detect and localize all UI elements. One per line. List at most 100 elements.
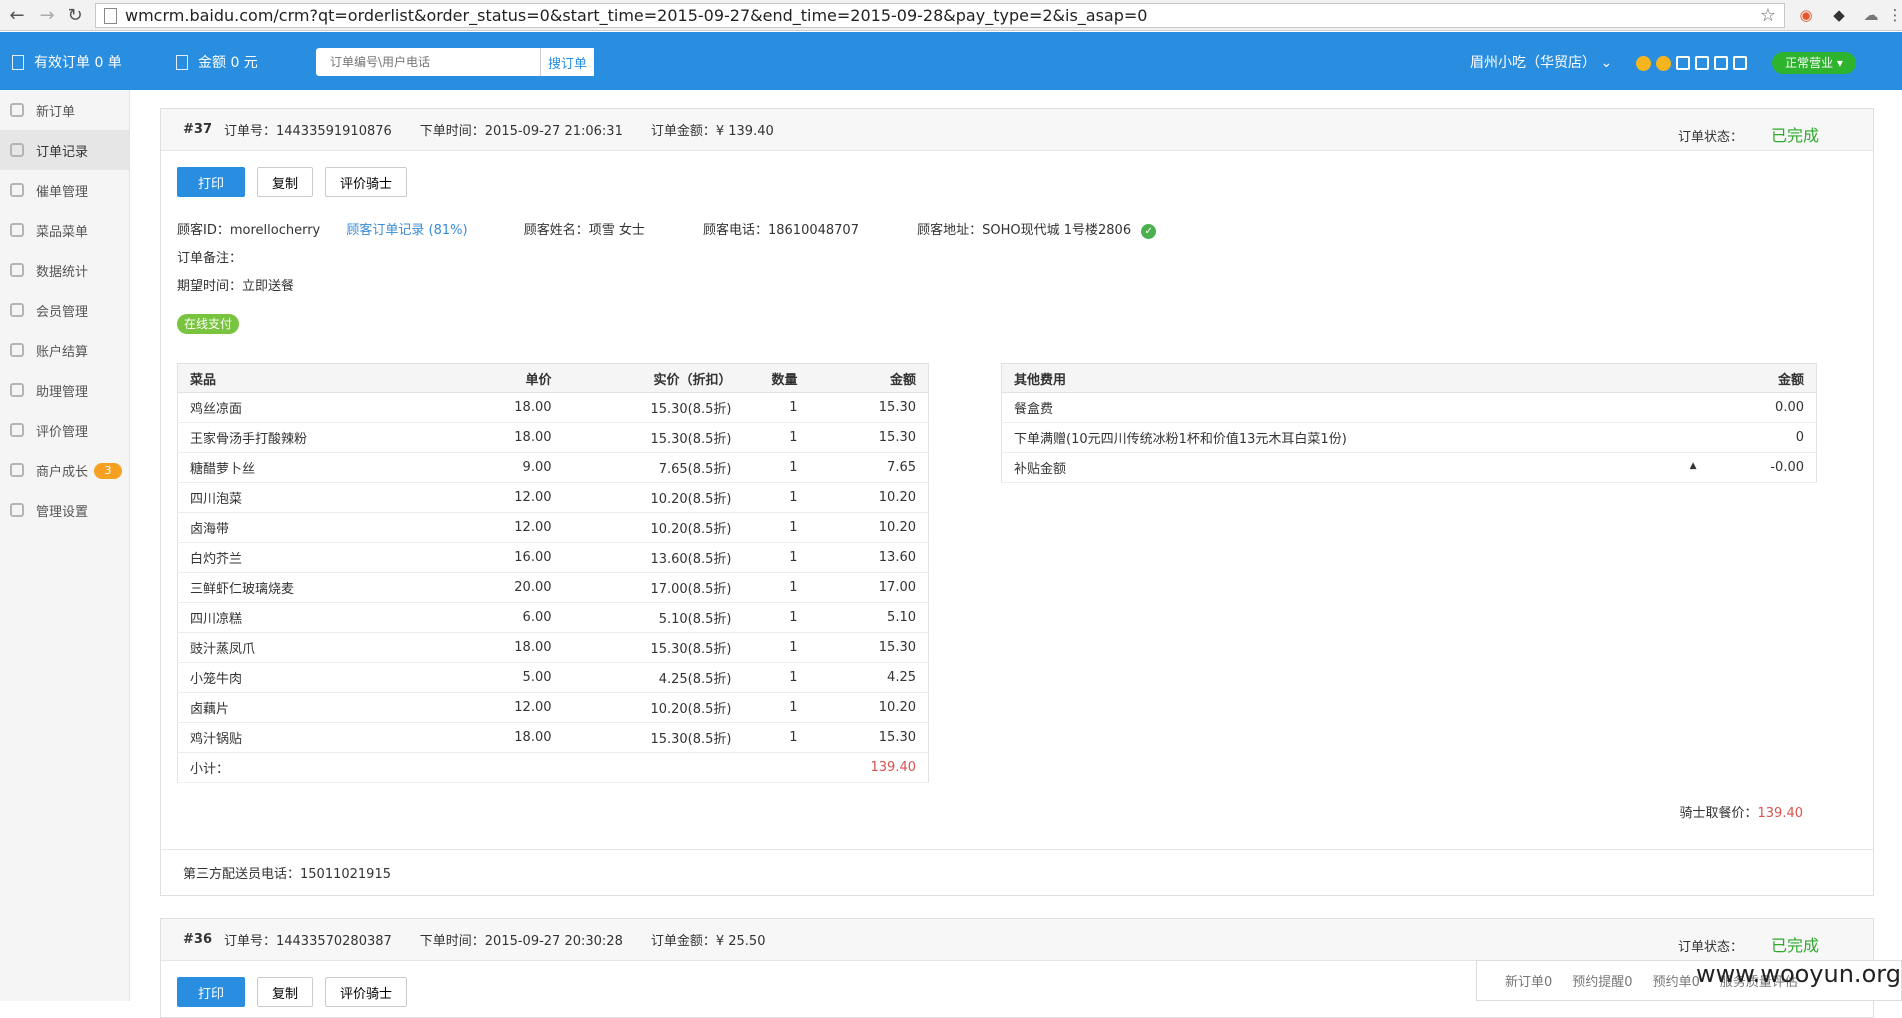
print-button[interactable]: 打印 <box>177 977 246 1007</box>
sidebar-item-reminder[interactable]: 催单管理 <box>0 170 129 210</box>
order-status: 订单状态： 已完成 <box>1678 932 1847 956</box>
caret-up-icon[interactable]: ▲ <box>1690 461 1697 471</box>
order-amount: 订单金额：¥ 139.40 <box>650 124 774 139</box>
table-row: 四川泡菜 12.00 10.20(8.5折) 1 10.20 <box>177 482 929 513</box>
calendar-icon[interactable] <box>1733 56 1747 70</box>
subtotal-row: 小计： 139.40 <box>177 752 929 783</box>
dish-qty: 1 <box>743 452 810 483</box>
dish-actual: 10.20(8.5折) <box>563 692 744 723</box>
notify-reserve-remind[interactable]: 预约提醒0 <box>1572 971 1632 990</box>
growth-badge: 3 <box>94 463 122 479</box>
table-row: 卤藕片 12.00 10.20(8.5折) 1 10.20 <box>177 692 929 723</box>
extension-red-icon[interactable]: ◉ <box>1797 6 1815 24</box>
address-bar[interactable]: wmcrm.baidu.com/crm?qt=orderlist&order_s… <box>95 3 1785 28</box>
search-input[interactable] <box>316 48 540 76</box>
user-card-icon[interactable] <box>1695 56 1709 70</box>
phone-icon[interactable] <box>1676 56 1690 70</box>
reload-icon[interactable]: ↻ <box>62 2 88 28</box>
coin-icon[interactable] <box>1656 56 1671 71</box>
dish-price: 9.00 <box>467 452 564 483</box>
dish-dish: 卤藕片 <box>177 692 468 723</box>
shop-selector[interactable]: 眉州小吃（华贸店） ⌄ <box>1470 52 1612 72</box>
sidebar-item-review[interactable]: 评价管理 <box>0 410 129 450</box>
menu-icon[interactable]: ⋮ <box>1886 6 1902 24</box>
bookmark-star-icon[interactable]: ☆ <box>1760 5 1776 26</box>
business-status-button[interactable]: 正常营业 ▾ <box>1772 52 1856 74</box>
sidebar-item-settlement[interactable]: 账户结算 <box>0 330 129 370</box>
url-text[interactable]: wmcrm.baidu.com/crm?qt=orderlist&order_s… <box>125 6 1147 25</box>
dish-amount: 10.20 <box>809 512 929 543</box>
notify-reserve[interactable]: 预约单0 <box>1653 971 1700 990</box>
order-id: 订单号：14433591910876 <box>223 124 392 139</box>
tools-icon[interactable] <box>1714 56 1728 70</box>
dish-amount: 7.65 <box>809 452 929 483</box>
sidebar-item-member[interactable]: 会员管理 <box>0 290 129 330</box>
rate-rider-button[interactable]: 评价骑士 <box>325 977 408 1007</box>
rate-rider-button[interactable]: 评价骑士 <box>325 167 408 197</box>
copy-button[interactable]: 复制 <box>257 167 314 197</box>
dish-actual: 13.60(8.5折) <box>563 542 744 573</box>
order-id: 订单号：14433570280387 <box>223 934 392 949</box>
app-header: 有效订单 0 单 金额 0 元 搜订单 眉州小吃（华贸店） ⌄ 正常营业 ▾ <box>0 32 1902 90</box>
sidebar-item-stats[interactable]: 数据统计 <box>0 250 129 290</box>
table-row: 四川凉糕 6.00 5.10(8.5折) 1 5.10 <box>177 602 929 633</box>
stats-icon <box>10 263 24 277</box>
notify-new-orders[interactable]: 新订单0 <box>1505 971 1552 990</box>
dish-actual: 17.00(8.5折) <box>563 572 744 603</box>
dish-actual: 7.65(8.5折) <box>563 452 744 483</box>
dish-actual: 5.10(8.5折) <box>563 602 744 633</box>
subtotal-value: 139.40 <box>809 752 929 783</box>
dish-dish: 小笼牛肉 <box>177 662 468 693</box>
sidebar-item-settings[interactable]: 管理设置 <box>0 490 129 530</box>
sidebar-item-label: 商户成长 <box>36 464 89 480</box>
sidebar-item-assistant[interactable]: 助理管理 <box>0 370 129 410</box>
fees-table: 其他费用 金额 餐盒费 0.00 下单满赠(10元四川传统冰粉1杯和价值13元木… <box>1001 363 1817 483</box>
dish-qty: 1 <box>743 632 810 663</box>
print-button[interactable]: 打印 <box>177 167 246 197</box>
watermark: www.wooyun.org <box>1696 960 1901 988</box>
valid-orders: 有效订单 0 单 <box>12 52 122 72</box>
valid-orders-text: 有效订单 0 单 <box>34 55 122 71</box>
coin-icon[interactable] <box>1636 56 1651 71</box>
dish-dish: 王家骨汤手打酸辣粉 <box>177 422 468 453</box>
reminder-icon <box>10 183 24 197</box>
sidebar-item-label: 会员管理 <box>36 304 89 320</box>
chevron-down-icon: ⌄ <box>1600 55 1613 71</box>
sidebar-item-label: 催单管理 <box>36 184 89 200</box>
customer-name: 顾客姓名：项雪 女士 <box>523 223 645 238</box>
table-row: 餐盒费 0.00 <box>1001 392 1817 423</box>
payment-tag: 在线支付 <box>177 314 239 334</box>
dish-qty: 1 <box>743 602 810 633</box>
extension-diamond-icon[interactable]: ◆ <box>1830 6 1848 24</box>
forward-icon[interactable]: → <box>34 2 60 28</box>
dish-qty: 1 <box>743 662 810 693</box>
order-number: #37 <box>183 122 212 137</box>
fee-name: 下单满赠(10元四川传统冰粉1杯和价值13元木耳白菜1份) <box>1001 422 1697 453</box>
sidebar-item-order-history[interactable]: 订单记录 <box>0 130 129 170</box>
back-icon[interactable]: ← <box>4 2 30 28</box>
order-icon <box>12 54 24 70</box>
money-icon <box>176 54 188 70</box>
sidebar-item-growth[interactable]: 商户成长 3 <box>0 450 129 490</box>
customer-history-link[interactable]: 顾客订单记录 (81%) <box>346 223 467 238</box>
sidebar-item-new-order[interactable]: 新订单 <box>0 90 129 130</box>
dish-price: 5.00 <box>467 662 564 693</box>
table-row: 小笼牛肉 5.00 4.25(8.5折) 1 4.25 <box>177 662 929 693</box>
dish-qty: 1 <box>743 722 810 753</box>
dish-table: 菜品 单价 实价（折扣） 数量 金额 鸡丝凉面 18.00 15.30(8.5折) 1… <box>177 363 929 783</box>
fee-name-text: 补贴金额 <box>1014 462 1067 477</box>
table-row: 鸡汁锅贴 18.00 15.30(8.5折) 1 15.30 <box>177 722 929 753</box>
search-button[interactable]: 搜订单 <box>540 48 594 76</box>
extension-cloud-icon[interactable]: ☁ <box>1862 6 1880 24</box>
verified-check-icon: ✓ <box>1141 224 1157 239</box>
order-status-value: 已完成 <box>1770 126 1819 145</box>
dish-dish: 四川凉糕 <box>177 602 468 633</box>
sidebar-item-label: 管理设置 <box>36 504 89 520</box>
sidebar-item-menu[interactable]: 菜品菜单 <box>0 210 129 250</box>
col-fee-name: 其他费用 <box>1001 363 1697 393</box>
sidebar-item-label: 订单记录 <box>36 144 89 160</box>
copy-button[interactable]: 复制 <box>257 977 314 1007</box>
dish-actual: 10.20(8.5折) <box>563 512 744 543</box>
col-actual: 实价（折扣） <box>563 363 744 393</box>
customer-address: 顾客地址：SOHO现代城 1号楼2806 <box>917 223 1132 238</box>
